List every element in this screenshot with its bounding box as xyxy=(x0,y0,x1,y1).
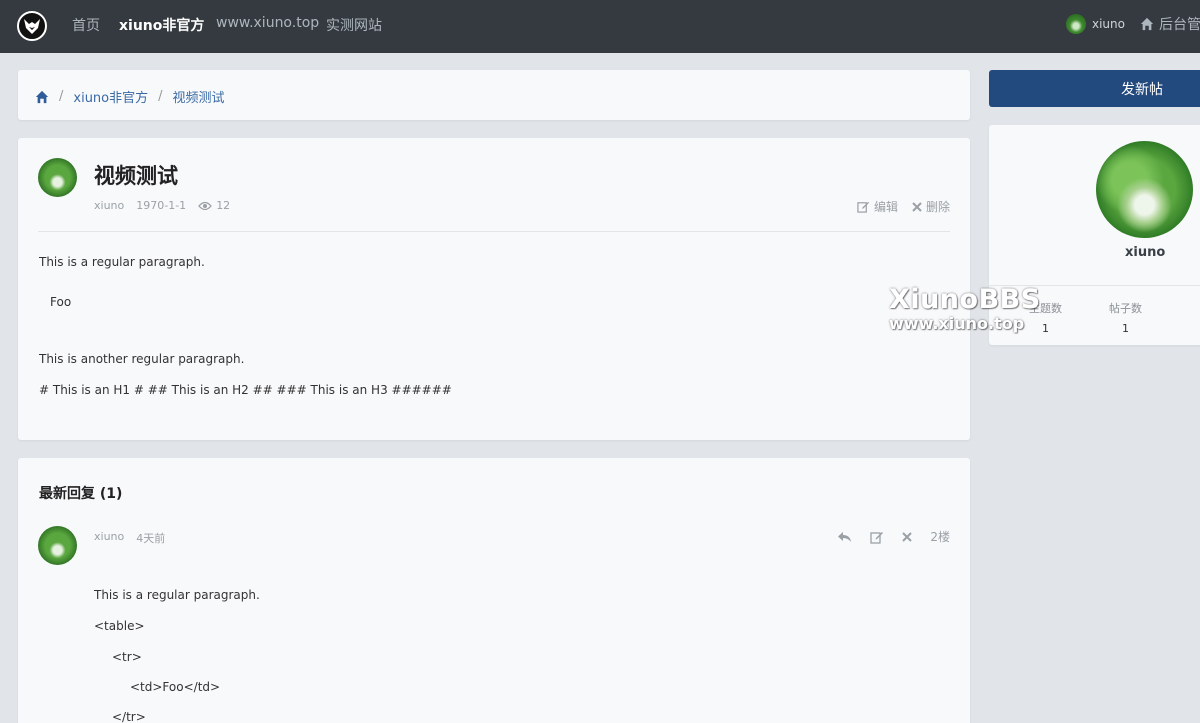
author-avatar[interactable] xyxy=(38,158,77,197)
home-icon xyxy=(1140,17,1154,31)
reply-meta: xiuno 4天前 xyxy=(94,530,165,546)
reply-line: <tr> xyxy=(112,650,142,664)
logo-icon xyxy=(24,19,40,34)
new-thread-button[interactable]: 发新帖 xyxy=(989,70,1200,107)
reply-line: </tr> xyxy=(112,710,146,723)
post-views: 12 xyxy=(198,199,230,212)
post-title: 视频测试 xyxy=(94,164,178,188)
post-paragraph: Foo xyxy=(50,295,72,309)
reply-author[interactable]: xiuno xyxy=(94,530,124,546)
post-date: 1970-1-1 xyxy=(136,199,187,212)
reply-line: This is a regular paragraph. xyxy=(94,588,260,602)
post-author[interactable]: xiuno xyxy=(94,199,124,212)
breadcrumb-separator: / xyxy=(158,89,163,104)
watermark: XiunoBBS www.xiuno.top xyxy=(889,285,1041,332)
breadcrumb-card: / xiuno非官方 / 视频测试 xyxy=(18,70,970,120)
nav-admin[interactable]: 后台管 xyxy=(1140,14,1200,34)
post-paragraph: # This is an H1 # ## This is an H2 ## ##… xyxy=(39,383,452,397)
edit-icon[interactable] xyxy=(870,530,884,544)
close-icon xyxy=(912,201,922,212)
delete-label: 删除 xyxy=(925,200,950,214)
edit-button[interactable]: 编辑 xyxy=(857,198,898,215)
breadcrumb: / xiuno非官方 / 视频测试 xyxy=(35,87,225,106)
post-card: 视频测试 xiuno 1970-1-1 12 编辑 删除 This is a r… xyxy=(18,138,970,440)
site-logo[interactable] xyxy=(17,11,47,41)
replies-card: 最新回复 (1) xiuno 4天前 2楼 This is a regular … xyxy=(18,458,970,723)
reply-actions: 2楼 xyxy=(837,528,950,545)
top-navbar: 首页 xiuno非官方 www.xiuno.top 实测网站 xiuno 后台管 xyxy=(0,0,1200,53)
post-actions: 编辑 删除 xyxy=(857,198,950,215)
post-divider xyxy=(38,231,950,232)
profile-name[interactable]: xiuno xyxy=(1125,245,1165,260)
watermark-url: www.xiuno.top xyxy=(889,313,1025,333)
stat-posts: 帖子数 1 xyxy=(1109,300,1142,335)
nav-item-site[interactable]: www.xiuno.top xyxy=(216,15,319,31)
home-icon[interactable] xyxy=(35,90,49,104)
nav-item-home[interactable]: 首页 xyxy=(72,15,100,35)
watermark-title: XiunoBBS xyxy=(889,284,1041,315)
nav-item-forum[interactable]: xiuno非官方 xyxy=(119,15,204,35)
reply-time: 4天前 xyxy=(136,532,166,545)
breadcrumb-current[interactable]: 视频测试 xyxy=(173,87,225,106)
stat-label: 帖子数 xyxy=(1109,302,1142,315)
nav-username: xiuno xyxy=(1092,17,1125,31)
edit-label: 编辑 xyxy=(873,200,898,214)
nav-user[interactable]: xiuno xyxy=(1066,14,1125,34)
stat-value: 1 xyxy=(1122,322,1129,335)
reply-line: <td>Foo</td> xyxy=(130,680,221,694)
profile-avatar[interactable] xyxy=(1096,141,1193,238)
reply-icon[interactable] xyxy=(837,531,852,543)
post-paragraph: This is another regular paragraph. xyxy=(39,352,245,366)
edit-icon xyxy=(857,201,870,213)
eye-icon xyxy=(198,201,213,210)
breadcrumb-forum[interactable]: xiuno非官方 xyxy=(73,87,148,106)
post-meta: xiuno 1970-1-1 12 xyxy=(94,199,230,212)
replies-heading: 最新回复 (1) xyxy=(39,486,123,502)
close-icon[interactable] xyxy=(902,531,913,542)
nav-admin-label: 后台管 xyxy=(1159,17,1200,33)
delete-button[interactable]: 删除 xyxy=(912,198,950,215)
reply-line: <table> xyxy=(94,619,145,633)
user-avatar xyxy=(1066,14,1086,34)
post-views-count: 12 xyxy=(216,199,231,212)
reply-author-avatar[interactable] xyxy=(38,526,77,565)
post-paragraph: This is a regular paragraph. xyxy=(39,255,205,269)
nav-item-test-site[interactable]: 实测网站 xyxy=(326,15,382,35)
breadcrumb-separator: / xyxy=(59,89,64,104)
reply-floor: 2楼 xyxy=(930,530,950,544)
